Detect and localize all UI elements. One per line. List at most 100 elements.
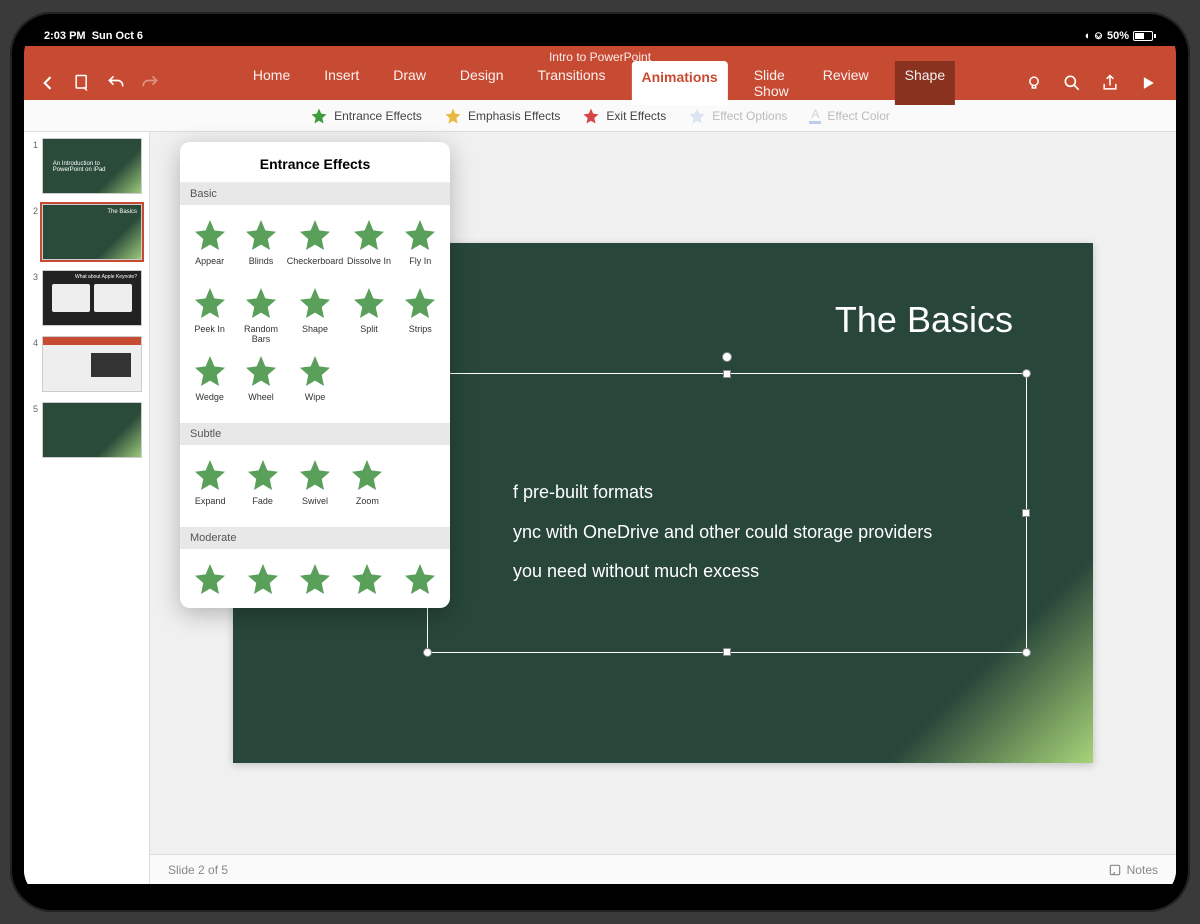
ipad-status-bar: 2:03 PM Sun Oct 6 ◖ ⎉ 50% — [24, 26, 1176, 46]
effect-item[interactable] — [184, 557, 236, 608]
resize-handle-bm[interactable] — [723, 648, 731, 656]
star-icon — [192, 285, 228, 321]
effect-expand[interactable]: Expand — [184, 453, 236, 519]
effect-checkerboard[interactable]: Checkerboard — [287, 213, 344, 279]
star-icon — [349, 457, 385, 493]
star-icon — [243, 285, 279, 321]
effect-split[interactable]: Split — [343, 281, 394, 347]
rotate-handle[interactable] — [722, 352, 732, 362]
star-icon — [192, 457, 228, 493]
effect-dissolve-in[interactable]: Dissolve In — [343, 213, 394, 279]
effect-strips[interactable]: Strips — [395, 281, 446, 347]
effect-item[interactable] — [289, 557, 341, 608]
section-basic: Basic — [180, 183, 450, 205]
app-header: Intro to PowerPoint Home Insert Draw Des… — [24, 46, 1176, 100]
thumb-slide-5[interactable] — [42, 402, 142, 458]
exit-effects-button[interactable]: Exit Effects — [582, 107, 666, 125]
back-button[interactable] — [38, 73, 58, 93]
star-icon — [349, 561, 385, 597]
star-icon — [245, 457, 281, 493]
star-icon — [192, 561, 228, 597]
resize-handle-tm[interactable] — [723, 370, 731, 378]
emphasis-effects-button[interactable]: Emphasis Effects — [444, 107, 560, 125]
entrance-effects-popover: Entrance Effects Basic AppearBlindsCheck… — [180, 142, 450, 608]
headphones-icon: ⎉ — [1094, 30, 1103, 43]
wifi-icon: ◖ — [1084, 30, 1091, 42]
tell-me-button[interactable] — [1024, 73, 1044, 93]
status-strip: Slide 2 of 5 Notes — [150, 854, 1176, 884]
star-icon — [245, 561, 281, 597]
effect-wipe[interactable]: Wipe — [287, 349, 344, 415]
star-icon — [297, 353, 333, 389]
star-icon — [297, 217, 333, 253]
effect-options-button: Effect Options — [688, 107, 787, 125]
star-icon — [192, 353, 228, 389]
section-moderate: Moderate — [180, 527, 450, 549]
resize-handle-br[interactable] — [1022, 648, 1031, 657]
star-icon — [351, 285, 387, 321]
file-menu-button[interactable] — [72, 73, 92, 93]
effect-color-button: AEffect Color — [809, 107, 890, 124]
status-time: 2:03 PM — [44, 30, 86, 42]
thumb-slide-1[interactable]: An Introduction to PowerPoint on iPad — [42, 138, 142, 194]
effect-shape[interactable]: Shape — [287, 281, 344, 347]
star-icon — [402, 217, 438, 253]
popover-title: Entrance Effects — [180, 142, 450, 183]
slide-thumbnails[interactable]: 1An Introduction to PowerPoint on iPad 2… — [24, 132, 150, 884]
star-icon — [297, 285, 333, 321]
thumb-slide-3[interactable]: What about Apple Keynote? — [42, 270, 142, 326]
thumb-slide-2[interactable]: The Basics — [42, 204, 142, 260]
notes-button[interactable]: Notes — [1108, 863, 1158, 877]
slide-position: Slide 2 of 5 — [168, 863, 228, 877]
star-icon — [351, 217, 387, 253]
effect-appear[interactable]: Appear — [184, 213, 235, 279]
tab-draw[interactable]: Draw — [385, 61, 434, 105]
tab-design[interactable]: Design — [452, 61, 512, 105]
effect-zoom[interactable]: Zoom — [341, 453, 393, 519]
effect-wheel[interactable]: Wheel — [235, 349, 286, 415]
star-icon — [402, 561, 438, 597]
redo-button[interactable] — [140, 73, 160, 93]
battery-pct: 50% — [1107, 30, 1129, 42]
effect-random-bars[interactable]: Random Bars — [235, 281, 286, 347]
battery-icon — [1133, 31, 1156, 41]
notes-icon — [1108, 863, 1122, 877]
star-icon — [192, 217, 228, 253]
effect-item[interactable] — [394, 557, 446, 608]
star-icon — [243, 217, 279, 253]
tab-shape[interactable]: Shape — [895, 61, 955, 105]
section-subtle: Subtle — [180, 423, 450, 445]
tab-animations[interactable]: Animations — [631, 61, 727, 105]
status-date: Sun Oct 6 — [92, 30, 143, 42]
resize-handle-mr[interactable] — [1022, 509, 1030, 517]
star-icon — [402, 285, 438, 321]
home-indicator[interactable] — [510, 888, 690, 892]
play-button[interactable] — [1138, 73, 1158, 93]
effect-fly-in[interactable]: Fly In — [395, 213, 446, 279]
entrance-effects-button[interactable]: Entrance Effects — [310, 107, 422, 125]
effect-wedge[interactable]: Wedge — [184, 349, 235, 415]
thumb-slide-4[interactable] — [42, 336, 142, 392]
share-button[interactable] — [1100, 73, 1120, 93]
tab-review[interactable]: Review — [815, 61, 877, 105]
star-icon — [297, 457, 333, 493]
selection-box[interactable] — [427, 373, 1027, 653]
effect-item[interactable] — [341, 557, 393, 608]
undo-button[interactable] — [106, 73, 126, 93]
effect-blinds[interactable]: Blinds — [235, 213, 286, 279]
effect-item[interactable] — [236, 557, 288, 608]
effect-swivel[interactable]: Swivel — [289, 453, 341, 519]
tab-slideshow[interactable]: Slide Show — [746, 61, 797, 105]
effect-fade[interactable]: Fade — [236, 453, 288, 519]
tab-home[interactable]: Home — [245, 61, 298, 105]
slide-title[interactable]: The Basics — [835, 299, 1013, 341]
tab-insert[interactable]: Insert — [316, 61, 367, 105]
star-icon — [297, 561, 333, 597]
resize-handle-bl[interactable] — [423, 648, 432, 657]
star-icon — [243, 353, 279, 389]
popover-scroll[interactable]: Basic AppearBlindsCheckerboardDissolve I… — [180, 183, 450, 608]
search-button[interactable] — [1062, 73, 1082, 93]
tab-transitions[interactable]: Transitions — [530, 61, 614, 105]
effect-peek-in[interactable]: Peek In — [184, 281, 235, 347]
resize-handle-tr[interactable] — [1022, 369, 1031, 378]
